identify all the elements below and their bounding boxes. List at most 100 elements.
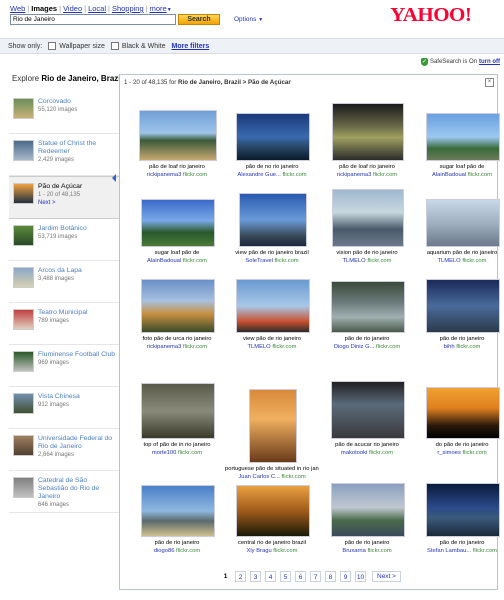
result-thumbnail[interactable] xyxy=(426,199,500,247)
result-tile[interactable]: pão de no rio janeiro Alexandre Gue... fl… xyxy=(225,99,319,194)
page-link[interactable]: 5 xyxy=(280,571,291,582)
page-link[interactable]: 9 xyxy=(340,571,351,582)
sidebar-item[interactable]: Teatro Municipal 789 images xyxy=(9,303,119,345)
result-tile[interactable]: pão de loaf rio janeiro rickipanema3 flic… xyxy=(320,99,414,194)
result-tile[interactable]: view pão de rio janeiro brazil SoleTravel… xyxy=(225,185,319,280)
black-white-checkbox[interactable] xyxy=(110,42,119,50)
result-thumbnail[interactable] xyxy=(239,193,307,247)
result-user-link[interactable]: Diogo Diniz G... xyxy=(334,344,375,350)
result-thumbnail[interactable] xyxy=(236,485,310,537)
search-input[interactable] xyxy=(10,14,176,25)
sidebar-item-title[interactable]: Pão de Açúcar xyxy=(38,183,82,190)
result-thumbnail[interactable] xyxy=(139,110,217,161)
result-tile[interactable]: pão de rio janeiro Stefan Lambau... flick… xyxy=(415,475,504,570)
next-page-button[interactable]: Next > xyxy=(372,571,401,582)
page-link[interactable]: 7 xyxy=(310,571,321,582)
sidebar-thumbnail[interactable] xyxy=(13,225,34,246)
sidebar-item[interactable]: Vista Chinesa 912 images xyxy=(9,387,119,429)
result-user-link[interactable]: bihh xyxy=(444,344,455,350)
sidebar-item-title[interactable]: Statue of Christ the Redeemer xyxy=(38,140,96,155)
turn-off-link[interactable]: turn off xyxy=(479,59,500,65)
tab-local[interactable]: Local xyxy=(88,4,106,13)
result-thumbnail[interactable] xyxy=(236,279,310,333)
result-user-link[interactable]: Stefan Lambau... xyxy=(427,548,471,554)
sidebar-item-title[interactable]: Jardim Botânico xyxy=(38,225,87,232)
sidebar-thumbnail[interactable] xyxy=(13,267,34,288)
result-user-link[interactable]: TLMELO xyxy=(438,258,461,264)
sidebar-item[interactable]: Universidade Federal do Rio de Janeiro 2,… xyxy=(9,429,119,471)
result-tile[interactable]: pão de loaf rio janeiro rickipanema3 flic… xyxy=(130,99,224,194)
result-user-link[interactable]: Alexandre Gue... xyxy=(237,172,281,178)
result-thumbnail[interactable] xyxy=(141,383,215,439)
result-thumbnail[interactable] xyxy=(426,113,500,161)
result-tile[interactable]: sugar loaf pão de AlainBadoual flickr.com xyxy=(415,99,504,194)
tab-shopping[interactable]: Shopping xyxy=(112,4,144,13)
result-thumbnail[interactable] xyxy=(331,381,405,439)
search-button[interactable]: Search xyxy=(178,14,220,25)
sidebar-next-link[interactable]: Next > xyxy=(38,199,116,207)
page-link[interactable]: 6 xyxy=(295,571,306,582)
sidebar-item-title[interactable]: Fluminense Football Club xyxy=(38,351,115,358)
result-tile[interactable]: aquarium pão de rio janeiro TLMELO flickr… xyxy=(415,185,504,280)
result-user-link[interactable]: rickipanema3 xyxy=(147,172,181,178)
result-thumbnail[interactable] xyxy=(332,103,404,161)
sidebar-item[interactable]: Fluminense Football Club 969 images xyxy=(9,345,119,387)
result-thumbnail[interactable] xyxy=(331,281,405,333)
result-user-link[interactable]: makotooki xyxy=(341,450,367,456)
result-tile[interactable]: do pão de rio janeiro r_simoes flickr.com xyxy=(415,377,504,472)
page-link[interactable]: 10 xyxy=(355,571,366,582)
result-user-link[interactable]: SoleTravel xyxy=(245,258,273,264)
close-icon[interactable]: × xyxy=(485,78,494,87)
options-link[interactable]: Options ▼ xyxy=(234,16,263,23)
result-thumbnail[interactable] xyxy=(141,279,215,333)
result-tile[interactable]: top of pão de in rio janeiro morte100 fli… xyxy=(130,377,224,472)
result-tile[interactable]: pão de rio janeiro diogo86 flickr.com xyxy=(130,475,224,570)
page-link[interactable]: 4 xyxy=(265,571,276,582)
sidebar-thumbnail[interactable] xyxy=(13,393,34,414)
sidebar-item-title[interactable]: Catedral de São Sebastião do Rio de Jane… xyxy=(38,477,99,500)
result-user-link[interactable]: morte100 xyxy=(152,450,177,456)
sidebar-thumbnail[interactable] xyxy=(13,435,34,456)
result-thumbnail[interactable] xyxy=(331,483,405,537)
result-tile[interactable]: pão de rio janeiro Bruxarna flickr.com xyxy=(320,475,414,570)
result-user-link[interactable]: AlainBadoual xyxy=(147,258,181,264)
sidebar-thumbnail[interactable] xyxy=(13,477,34,498)
sidebar-item[interactable]: Jardim Botânico 53,719 images xyxy=(9,219,119,261)
result-user-link[interactable]: r_simoes xyxy=(437,450,461,456)
sidebar-thumbnail[interactable] xyxy=(13,351,34,372)
sidebar-item[interactable]: Pão de Açúcar 1 - 20 of 48,135 Next > xyxy=(9,176,119,219)
result-thumbnail[interactable] xyxy=(426,387,500,439)
result-thumbnail[interactable] xyxy=(141,485,215,537)
result-user-link[interactable]: rickipanema3 xyxy=(337,172,371,178)
tab-images[interactable]: Images xyxy=(31,4,57,13)
sidebar-thumbnail[interactable] xyxy=(13,309,34,330)
result-tile[interactable]: foto pão de urca rio janeiro rickipanema3… xyxy=(130,271,224,366)
result-thumbnail[interactable] xyxy=(236,113,310,161)
result-tile[interactable]: pão de rio janeiro Diogo Diniz G... flick… xyxy=(320,271,414,366)
result-tile[interactable]: view pão de rio janeiro TLMELO flickr.com xyxy=(225,271,319,366)
tab-more[interactable]: more xyxy=(150,4,167,13)
yahoo-logo[interactable]: YAHOO! xyxy=(390,4,472,27)
page-link[interactable]: 2 xyxy=(235,571,246,582)
sidebar-thumbnail[interactable] xyxy=(13,98,34,119)
result-thumbnail[interactable] xyxy=(332,189,404,247)
result-tile[interactable]: central rio de janeiro brazil Xly Bragu f… xyxy=(225,475,319,570)
result-thumbnail[interactable] xyxy=(249,389,297,463)
chevron-down-icon[interactable]: ▼ xyxy=(167,7,172,13)
sidebar-item[interactable]: Statue of Christ the Redeemer 2,429 image… xyxy=(9,134,119,176)
result-user-link[interactable]: diogo86 xyxy=(154,548,175,554)
result-user-link[interactable]: TLMELO xyxy=(248,344,271,350)
result-tile[interactable]: portuguese pão de situated in rio janeir… xyxy=(225,377,319,480)
sidebar-item-title[interactable]: Arcos da Lapa xyxy=(38,267,82,274)
result-user-link[interactable]: TLMELO xyxy=(343,258,366,264)
wallpaper-checkbox[interactable] xyxy=(48,42,57,50)
result-tile[interactable]: pão de rio janeiro bihh flickr.com xyxy=(415,271,504,366)
result-thumbnail[interactable] xyxy=(426,279,500,333)
more-filters-link[interactable]: More filters xyxy=(171,43,209,50)
result-tile[interactable]: vision pão de rio janeiro TLMELO flickr.c… xyxy=(320,185,414,280)
sidebar-item-title[interactable]: Teatro Municipal xyxy=(38,309,88,316)
result-thumbnail[interactable] xyxy=(426,483,500,537)
result-tile[interactable]: pão de acucar rio janeiro makotooki flick… xyxy=(320,377,414,472)
result-tile[interactable]: sugar loaf pão de AlainBadoual flickr.com xyxy=(130,185,224,280)
sidebar-item-title[interactable]: Corcovado xyxy=(38,98,71,105)
